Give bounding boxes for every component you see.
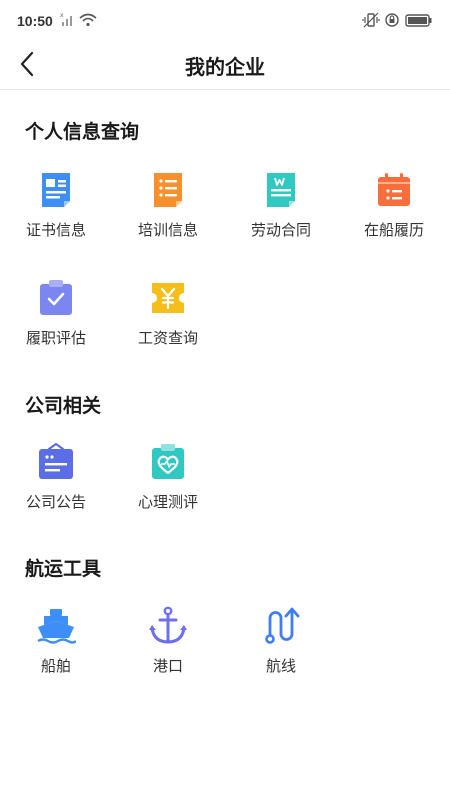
tile-label: 培训信息 (137, 221, 198, 239)
tile-ship[interactable]: 船舶 (6, 606, 106, 696)
certificate-icon (36, 170, 76, 210)
wifi-icon (79, 13, 97, 27)
anchor-icon (148, 606, 188, 646)
svg-text:x: x (60, 12, 64, 19)
ship-icon (36, 606, 76, 646)
tile-mental-test[interactable]: 心理测评 (118, 442, 218, 532)
mental-test-icon (148, 442, 188, 482)
nav-bar: 我的企业 (0, 40, 450, 90)
tile-onboard-history[interactable]: 在船履历 (344, 170, 444, 260)
calendar-icon (374, 170, 414, 210)
tile-label: 航线 (265, 657, 296, 675)
section-title-company: 公司相关 (25, 395, 102, 417)
page-title: 我的企业 (185, 55, 265, 79)
tile-label: 证书信息 (25, 221, 86, 239)
tile-label: 工资查询 (137, 329, 198, 347)
tile-labor-contract[interactable]: 劳动合同 (231, 170, 331, 260)
tile-label: 船舶 (40, 657, 71, 675)
status-time: 10:50 (17, 13, 53, 29)
evaluation-icon (36, 278, 76, 318)
training-icon (148, 170, 188, 210)
tile-label: 履职评估 (25, 329, 86, 347)
tile-performance-evaluation[interactable]: 履职评估 (6, 278, 106, 368)
announcement-icon (36, 442, 76, 482)
rotation-lock-icon (385, 13, 399, 27)
battery-icon (405, 14, 432, 27)
tile-route[interactable]: 航线 (231, 606, 331, 696)
tile-label: 在船履历 (363, 221, 424, 239)
tile-label: 港口 (152, 657, 183, 675)
tile-label: 劳动合同 (250, 221, 311, 239)
tile-company-announcement[interactable]: 公司公告 (6, 442, 106, 532)
tile-certificate-info[interactable]: 证书信息 (6, 170, 106, 260)
salary-icon (148, 278, 188, 318)
tile-label: 公司公告 (25, 493, 86, 511)
vibrate-off-icon (362, 12, 380, 28)
signal-icon: x (60, 12, 72, 26)
section-title-personal-info: 个人信息查询 (25, 121, 140, 143)
tile-salary-query[interactable]: 工资查询 (118, 278, 218, 368)
tile-port[interactable]: 港口 (118, 606, 218, 696)
tile-training-info[interactable]: 培训信息 (118, 170, 218, 260)
section-title-shipping-tools: 航运工具 (25, 558, 102, 580)
tile-label: 心理测评 (137, 493, 198, 511)
route-icon (261, 606, 301, 646)
contract-icon (261, 170, 301, 210)
status-bar: 10:50 x (0, 0, 450, 40)
